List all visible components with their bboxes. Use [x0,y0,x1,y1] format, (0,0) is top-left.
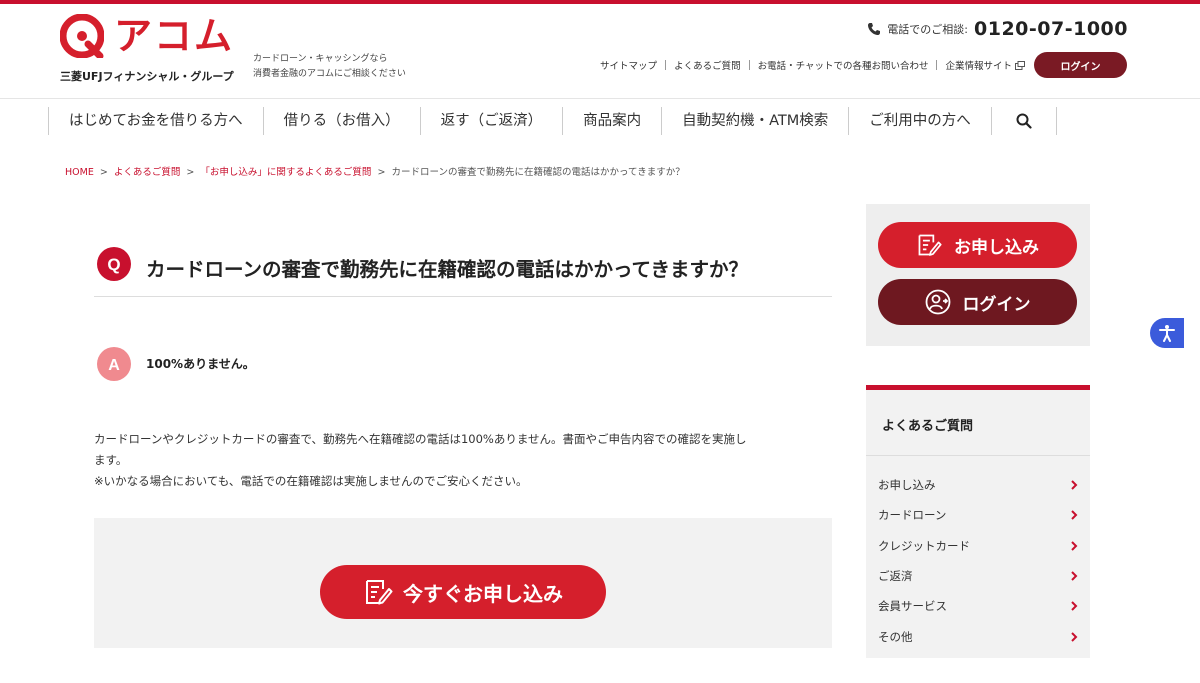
top-accent-bar [0,0,1200,4]
util-link-contact[interactable]: お電話・チャットでの各種お問い合わせ [758,58,929,72]
sidebar-apply-button[interactable]: お申し込み [878,222,1077,268]
acom-logo[interactable]: アコム 三菱UFJフィナンシャル・グループ [60,14,235,84]
answer-summary: 100%ありません。 [146,357,255,371]
accessibility-icon [1159,325,1175,342]
divider [748,60,750,70]
question-title: カードローンの審査で勤務先に在籍確認の電話はかかってきますか？ [146,258,748,281]
faq-item-label: ご返済 [878,569,913,584]
application-form-icon [366,580,393,605]
global-nav: はじめてお金を借りる方へ 借りる（お借入） 返す（ご返済） 商品案内 自動契約機… [0,98,1200,145]
accessibility-button[interactable] [1150,318,1184,348]
phone-label: 電話でのご相談: [887,23,969,36]
answer-body-line-1: カードローンやクレジットカードの審査で、勤務先へ在籍確認の電話は100%ありませ… [94,432,747,446]
faq-item-label: お申し込み [878,478,936,493]
faq-item-label: クレジットカード [878,538,970,553]
phone-contact: 電話でのご相談: 0120-07-1000 [867,18,1128,40]
faq-item-label: カードローン [878,508,947,523]
phone-number[interactable]: 0120-07-1000 [974,18,1128,40]
breadcrumb-separator: > [99,167,108,178]
chevron-right-icon [1071,571,1078,581]
answer-mark: A [108,357,120,374]
faq-item-repayment[interactable]: ご返済 [866,561,1090,591]
answer-body-note: ※いかなる場合においても、電話での在籍確認は実施しませんのでご安心ください。 [94,474,528,488]
search-icon [1016,113,1032,129]
chevron-right-icon [1071,541,1078,551]
apply-now-label: 今すぐお申し込み [403,581,563,606]
sidebar-login-label: ログイン [962,294,1031,315]
nav-item-beginners[interactable]: はじめてお金を借りる方へ [48,107,263,135]
nav-search-button[interactable] [990,107,1057,135]
application-form-icon [918,234,942,256]
faq-item-card-loan[interactable]: カードローン [866,500,1090,530]
group-name: 三菱UFJフィナンシャル・グループ [60,70,234,83]
tagline-line-2: 消費者金融のアコムにご相談ください [253,69,406,79]
answer-body-line-2: ます。 [94,453,128,467]
breadcrumb: HOME > よくあるご質問 > 「お申し込み」に関するよくあるご質問 > カー… [65,164,685,178]
acom-logo-mark-icon [60,14,104,58]
util-link-sitemap[interactable]: サイトマップ [600,58,657,72]
sidebar-actions: お申し込み ログイン [866,204,1090,346]
breadcrumb-home[interactable]: HOME [65,167,94,178]
chevron-right-icon [1071,480,1078,490]
divider [94,296,832,297]
sidebar-faq-list: お申し込み カードローン クレジットカード ご返済 会員サービス その他 [866,470,1090,652]
question-badge: Q [97,247,131,281]
utility-links: サイトマップ よくあるご質問 お電話・チャットでの各種お問い合わせ 企業情報サイ… [600,58,1025,72]
chevron-right-icon [1071,601,1078,612]
sidebar-faq: よくあるご質問 お申し込み カードローン クレジットカード ご返済 会員サービス… [866,385,1090,658]
faq-item-other[interactable]: その他 [866,621,1090,651]
nav-item-borrow[interactable]: 借りる（お借入） [262,107,420,135]
answer-body: カードローンやクレジットカードの審査で、勤務先へ在籍確認の電話は100%ありませ… [94,429,830,492]
breadcrumb-current: カードローンの審査で勤務先に在籍確認の電話はかかってきますか？ [391,167,685,178]
nav-item-products[interactable]: 商品案内 [562,107,661,135]
divider [866,455,1090,456]
brand-name: アコム [114,14,235,58]
sidebar-faq-title: よくあるご質問 [882,419,974,434]
breadcrumb-faq[interactable]: よくあるご質問 [114,167,181,178]
apply-now-button[interactable]: 今すぐお申し込み [320,565,606,619]
sidebar-login-button[interactable]: ログイン [878,279,1077,325]
faq-item-label: 会員サービス [878,599,947,614]
question-mark: Q [107,255,120,274]
external-link-icon [1015,60,1025,70]
divider [936,60,938,70]
phone-icon [868,23,881,35]
chevron-right-icon [1071,631,1078,642]
breadcrumb-category[interactable]: 「お申し込み」に関するよくあるご質問 [200,167,371,178]
user-login-icon [925,289,950,315]
faq-item-label: その他 [878,629,913,644]
sidebar-apply-label: お申し込み [954,237,1039,258]
nav-item-atm-search[interactable]: 自動契約機・ATM検索 [661,107,848,135]
header-login-button[interactable]: ログイン [1034,52,1127,78]
nav-item-repay[interactable]: 返す（ご返済） [419,107,563,135]
faq-item-credit-card[interactable]: クレジットカード [866,531,1090,561]
breadcrumb-separator: > [377,167,386,178]
header-tagline: カードローン・キャッシングなら 消費者金融のアコムにご相談ください [253,52,406,82]
faq-item-application[interactable]: お申し込み [866,470,1090,500]
tagline-line-1: カードローン・キャッシングなら [253,54,388,64]
util-link-faq[interactable]: よくあるご質問 [674,58,741,72]
util-link-corporate[interactable]: 企業情報サイト [945,58,1012,72]
cta-panel: 今すぐお申し込み [94,518,832,648]
divider [665,60,667,70]
answer-badge: A [97,347,131,381]
faq-item-member-services[interactable]: 会員サービス [866,591,1090,621]
nav-item-members[interactable]: ご利用中の方へ [848,107,991,135]
chevron-right-icon [1071,510,1078,521]
breadcrumb-separator: > [186,167,195,178]
